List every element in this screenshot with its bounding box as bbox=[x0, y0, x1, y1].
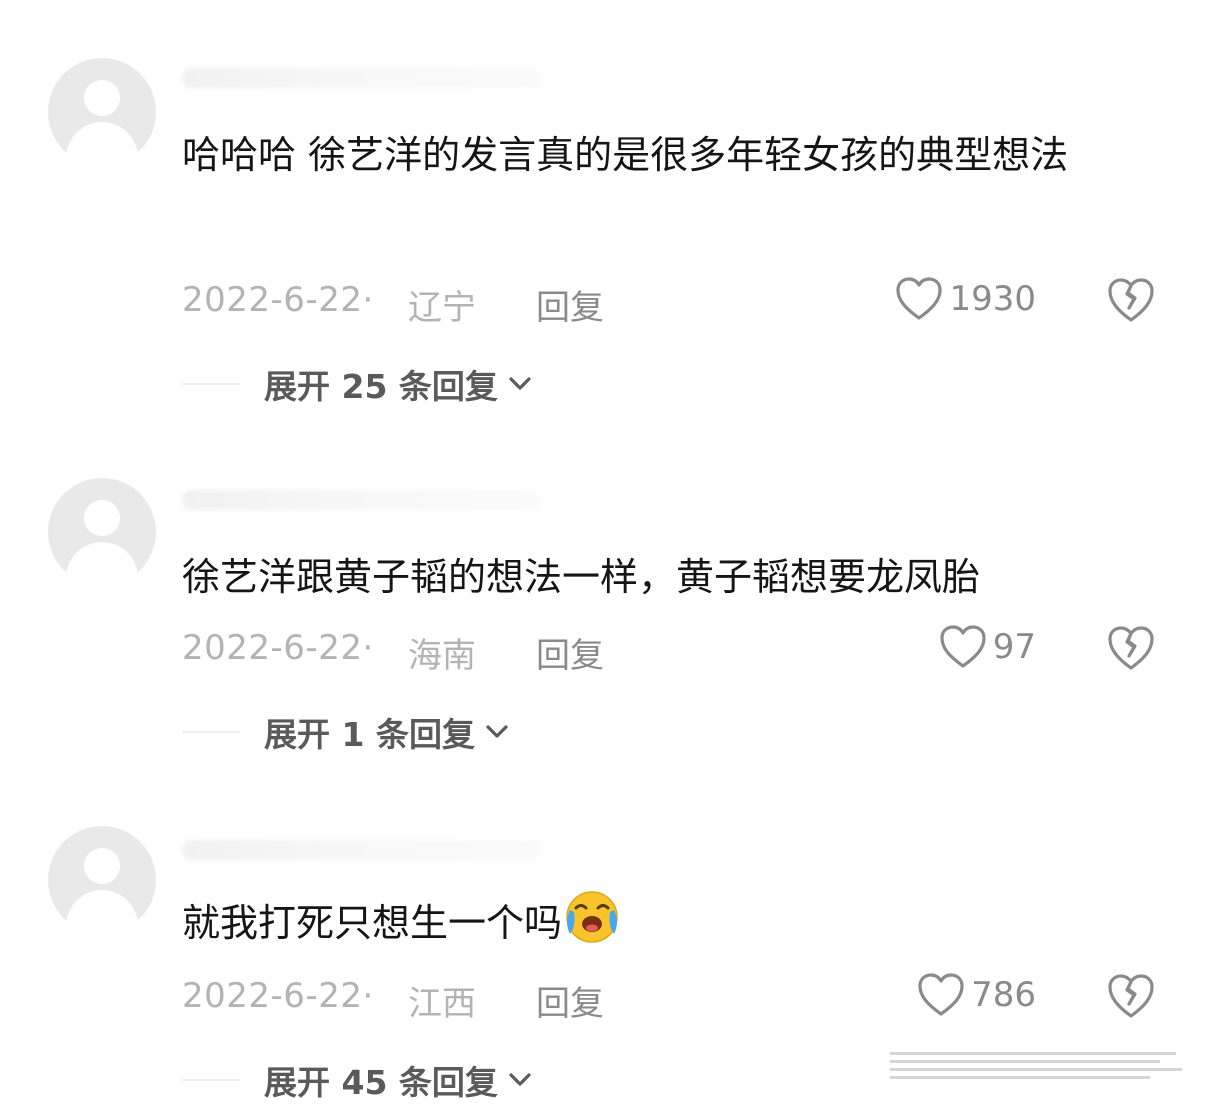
expand-replies-label: 展开 45 条回复 bbox=[264, 1063, 498, 1102]
dislike-button[interactable] bbox=[1106, 624, 1156, 676]
divider-line bbox=[182, 731, 240, 733]
avatar-head-shape bbox=[84, 500, 120, 536]
avatar-head-shape bbox=[84, 80, 120, 116]
like-button[interactable]: 97 bbox=[939, 624, 1036, 670]
crying-laughing-emoji-icon bbox=[562, 891, 618, 946]
comment-location: 江西 bbox=[408, 984, 476, 1024]
avatar-body-shape bbox=[66, 122, 138, 166]
watermark-stroke bbox=[890, 1060, 1160, 1063]
watermark-stroke bbox=[890, 1076, 1150, 1079]
comment-text: 徐艺洋跟黄子韬的想法一样，黄子韬想要龙凤胎 bbox=[182, 555, 981, 599]
reply-button[interactable]: 回复 bbox=[536, 280, 604, 329]
user-avatar[interactable] bbox=[48, 478, 156, 586]
dislike-button[interactable] bbox=[1106, 276, 1156, 328]
username-blurred[interactable] bbox=[182, 68, 542, 88]
chevron-down-icon bbox=[486, 725, 508, 738]
comment-text-row: 就我打死只想生一个吗 bbox=[182, 891, 1142, 954]
dislike-button[interactable] bbox=[1106, 972, 1156, 1024]
like-button[interactable]: 1930 bbox=[895, 276, 1036, 322]
expand-replies[interactable]: 展开 25 条回复 bbox=[182, 360, 532, 408]
comment-date: 2022-6-22· bbox=[182, 280, 374, 320]
reply-button[interactable]: 回复 bbox=[536, 976, 604, 1025]
broken-heart-icon bbox=[1108, 626, 1154, 670]
user-avatar[interactable] bbox=[48, 826, 156, 934]
comment-date: 2022-6-22· bbox=[182, 628, 374, 668]
comment-location: 辽宁 bbox=[408, 288, 476, 328]
broken-heart-icon bbox=[1108, 974, 1154, 1018]
divider-line bbox=[182, 383, 240, 385]
user-avatar[interactable] bbox=[48, 58, 156, 166]
avatar-body-shape bbox=[66, 542, 138, 586]
like-count: 97 bbox=[992, 627, 1036, 667]
expand-replies[interactable]: 展开 1 条回复 bbox=[182, 708, 509, 756]
expand-replies-label: 展开 25 条回复 bbox=[264, 367, 498, 406]
comment-date: 2022-6-22· bbox=[182, 976, 374, 1016]
watermark-stroke bbox=[890, 1052, 1176, 1055]
username-blurred[interactable] bbox=[182, 840, 542, 860]
comment-location: 海南 bbox=[408, 636, 476, 676]
comment-text: 哈哈哈 徐艺洋的发言真的是很多年轻女孩的典型想法 bbox=[182, 133, 1069, 177]
divider-line bbox=[182, 1079, 240, 1081]
chevron-down-icon bbox=[509, 1073, 531, 1086]
like-count: 1930 bbox=[949, 279, 1036, 319]
heart-outline-icon bbox=[918, 973, 964, 1016]
like-button[interactable]: 786 bbox=[917, 972, 1036, 1018]
like-count: 786 bbox=[971, 975, 1036, 1015]
comment-text: 就我打死只想生一个吗 bbox=[182, 901, 563, 945]
avatar-body-shape bbox=[66, 890, 138, 934]
watermark-blurred bbox=[890, 1048, 1190, 1088]
watermark-stroke bbox=[890, 1068, 1182, 1071]
heart-outline-icon bbox=[896, 277, 943, 320]
reply-button[interactable]: 回复 bbox=[536, 628, 604, 677]
avatar-head-shape bbox=[84, 848, 120, 884]
chevron-down-icon bbox=[509, 377, 531, 390]
heart-outline-icon bbox=[940, 625, 986, 668]
expand-replies-label: 展开 1 条回复 bbox=[264, 715, 475, 754]
broken-heart-icon bbox=[1108, 278, 1154, 322]
expand-replies[interactable]: 展开 45 条回复 bbox=[182, 1056, 532, 1104]
username-blurred[interactable] bbox=[182, 490, 542, 510]
